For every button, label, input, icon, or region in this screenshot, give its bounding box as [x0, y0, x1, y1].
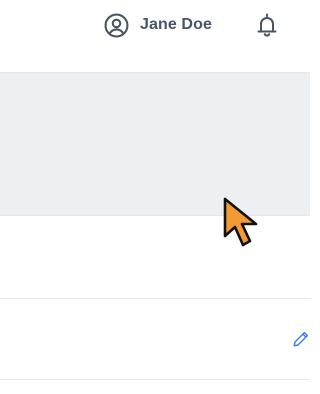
user-menu[interactable]: Jane Doe: [104, 12, 212, 38]
pencil-icon[interactable]: [292, 330, 310, 348]
user-circle-icon: [104, 13, 129, 37]
highlighted-row[interactable]: [0, 73, 310, 216]
list-row[interactable]: [0, 299, 310, 380]
user-name: Jane Doe: [140, 16, 212, 33]
bell-icon[interactable]: [255, 12, 279, 38]
list-row[interactable]: [0, 216, 310, 299]
top-bar: Jane Doe: [0, 0, 310, 73]
